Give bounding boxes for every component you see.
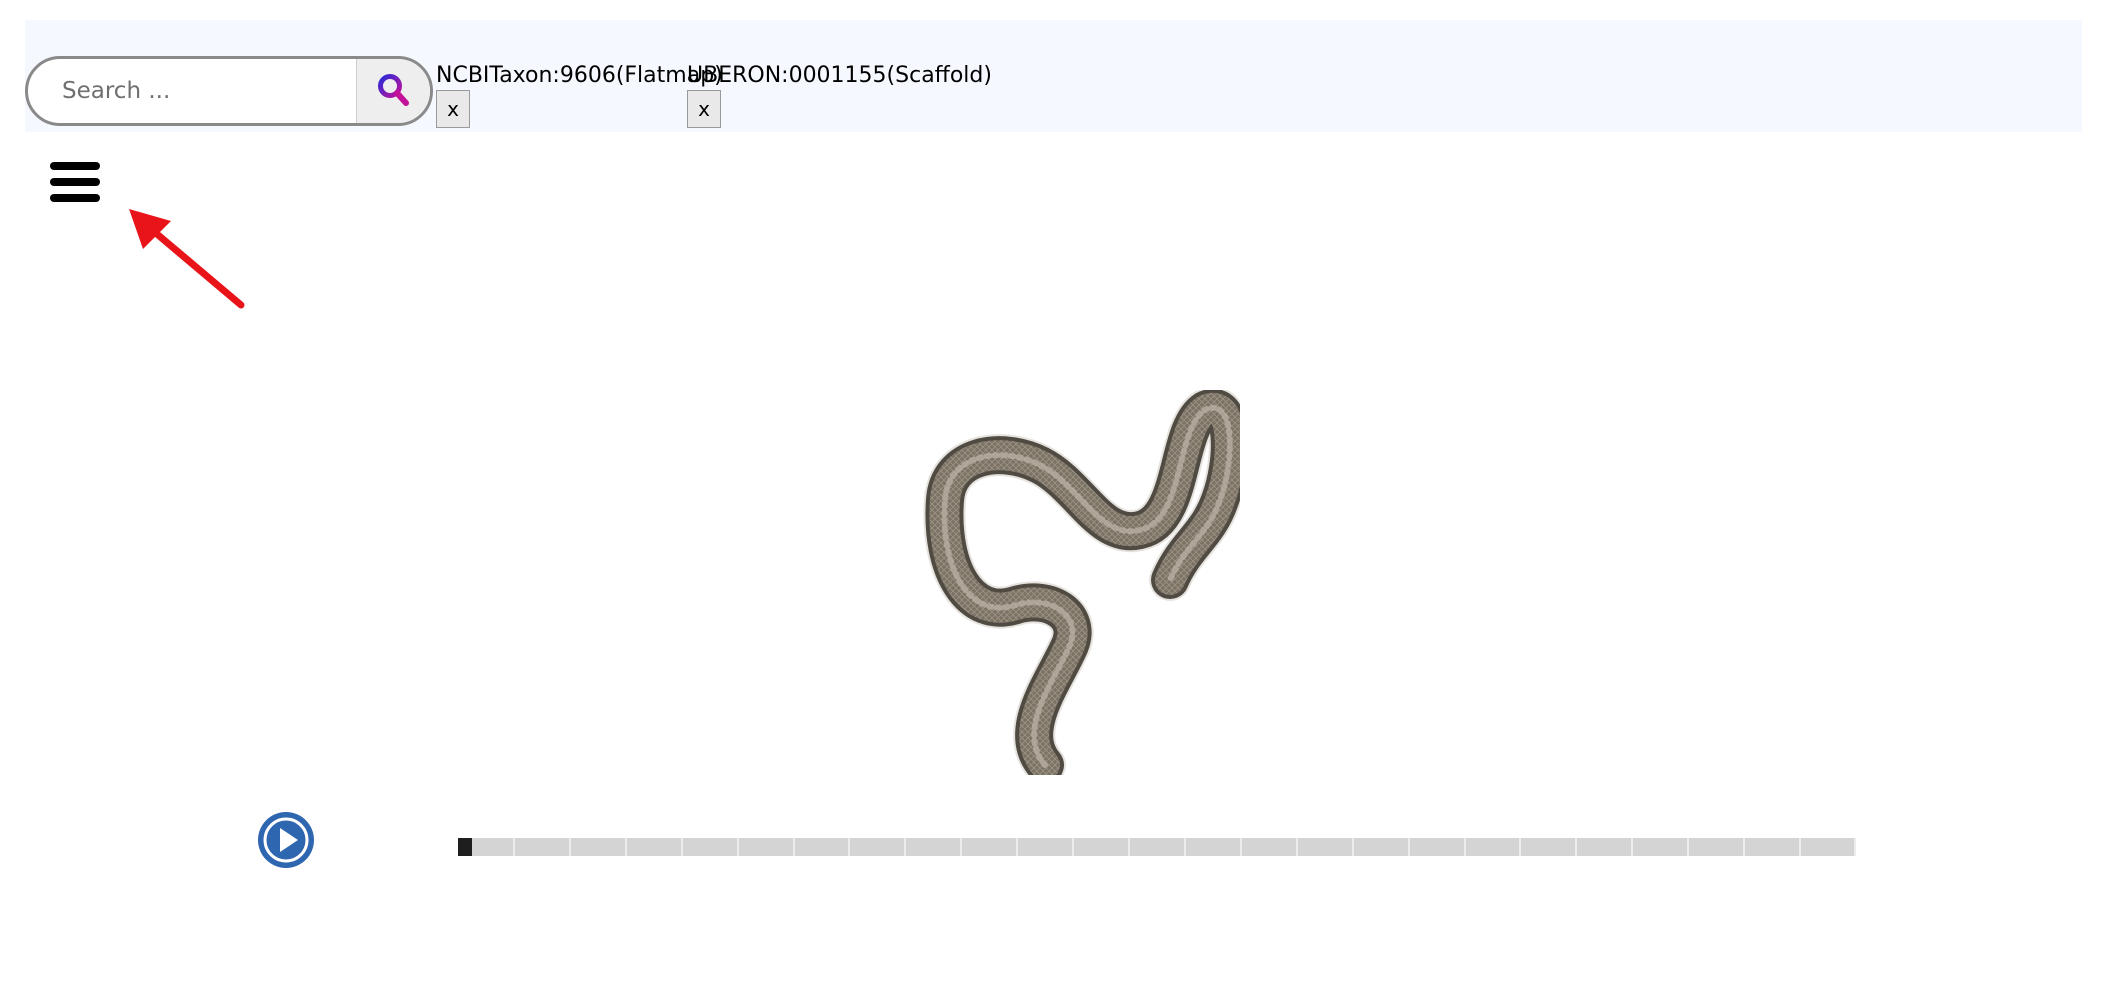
play-button[interactable] xyxy=(258,812,314,868)
tag-flatmap: NCBITaxon:9606(Flatmap) x xyxy=(436,62,723,128)
annotation-arrow-icon xyxy=(129,209,245,309)
timeline-tick xyxy=(1072,838,1074,856)
tag-scaffold: UBERON:0001155(Scaffold) x xyxy=(687,62,992,128)
timeline-tick xyxy=(848,838,850,856)
timeline-tick xyxy=(1296,838,1298,856)
timeline-tick xyxy=(1240,838,1242,856)
timeline-tick xyxy=(1408,838,1410,856)
timeline-tick xyxy=(1352,838,1354,856)
tag-label: NCBITaxon:9606(Flatmap) xyxy=(436,63,723,88)
timeline-tick xyxy=(681,838,683,856)
timeline-tick xyxy=(737,838,739,856)
timeline-tick xyxy=(513,838,515,856)
timeline-tick xyxy=(1464,838,1466,856)
timeline-tick xyxy=(1128,838,1130,856)
tag-label: UBERON:0001155(Scaffold) xyxy=(687,63,992,88)
timeline-tick xyxy=(569,838,571,856)
app-page: NCBITaxon:9606(Flatmap) x UBERON:0001155… xyxy=(0,0,2104,995)
tag-close-button[interactable]: x xyxy=(436,90,470,128)
timeline-tick xyxy=(1631,838,1633,856)
colon-scaffold-model[interactable] xyxy=(920,390,1240,775)
timeline-tick xyxy=(1799,838,1801,856)
tag-close-button[interactable]: x xyxy=(687,90,721,128)
search-icon xyxy=(377,74,409,106)
timeline-tick xyxy=(1575,838,1577,856)
timeline-tick xyxy=(1519,838,1521,856)
search-box xyxy=(25,56,433,126)
hamburger-menu-icon[interactable] xyxy=(50,158,102,206)
timeline-tick xyxy=(1687,838,1689,856)
timeline-tick xyxy=(1854,838,1856,856)
timeline-tick xyxy=(1016,838,1018,856)
play-icon xyxy=(263,817,309,863)
timeline-tick xyxy=(960,838,962,856)
timeline-slider[interactable] xyxy=(458,838,1856,856)
search-button[interactable] xyxy=(356,59,430,123)
timeline-tick xyxy=(793,838,795,856)
search-input[interactable] xyxy=(28,59,358,123)
timeline-handle[interactable] xyxy=(458,838,472,856)
timeline-tick xyxy=(625,838,627,856)
timeline-tick xyxy=(904,838,906,856)
timeline-tick xyxy=(1743,838,1745,856)
timeline-tick xyxy=(1184,838,1186,856)
